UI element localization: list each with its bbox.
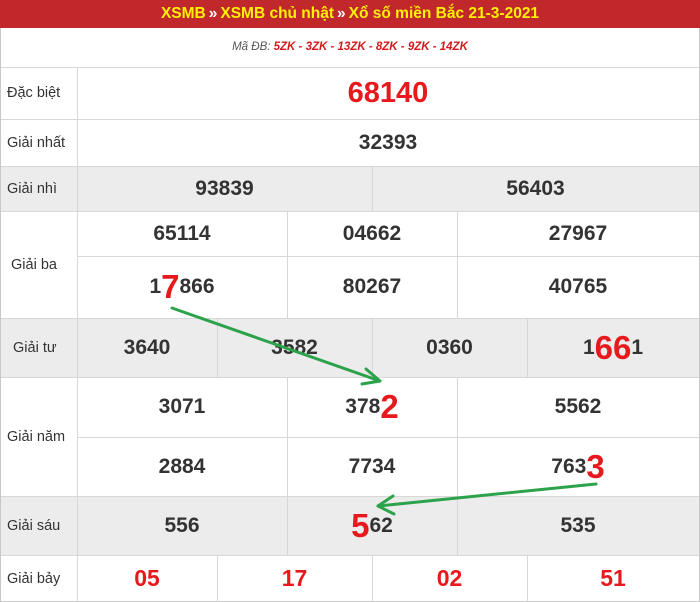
- annotation-arrows: [170, 306, 598, 516]
- arrow-annotation: [170, 306, 382, 386]
- arrow-annotation: [376, 482, 598, 516]
